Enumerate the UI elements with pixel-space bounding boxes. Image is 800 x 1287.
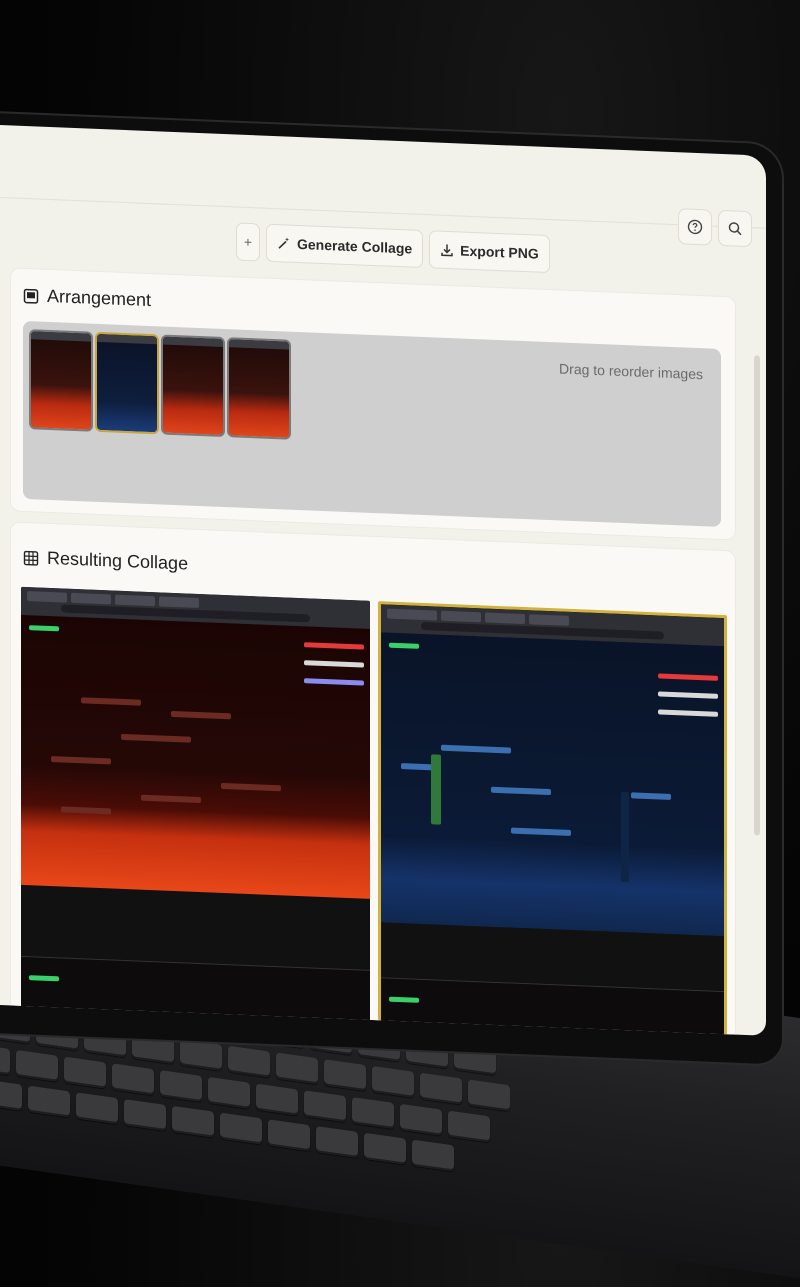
collage-title: Resulting Collage xyxy=(47,547,189,574)
add-image-button[interactable]: + xyxy=(236,222,260,262)
collage-card: Resulting Collage xyxy=(10,521,736,1036)
page-scrollbar[interactable] xyxy=(754,355,760,836)
keyboard-key xyxy=(208,1076,250,1109)
keyboard-key xyxy=(172,1105,214,1138)
keyboard-key xyxy=(324,1059,366,1092)
keyboard-key xyxy=(220,1112,262,1145)
keyboard-key xyxy=(276,1052,318,1085)
help-button[interactable] xyxy=(678,208,712,246)
keyboard-key xyxy=(0,1078,22,1111)
keyboard-key xyxy=(448,1110,490,1143)
keyboard-key xyxy=(112,1063,154,1096)
search-icon xyxy=(728,222,742,236)
game-view xyxy=(21,614,370,899)
keyboard-key xyxy=(400,1103,442,1136)
keyboard-key xyxy=(228,1045,270,1078)
keyboard-key xyxy=(124,1099,166,1131)
keyboard-key xyxy=(64,1056,106,1089)
collage-image-2 xyxy=(378,601,727,1036)
thumbnail-2[interactable] xyxy=(95,331,159,435)
toolbar: + Generate Collage Export PNG xyxy=(236,222,550,274)
grid-icon xyxy=(23,550,39,566)
keyboard-key xyxy=(304,1090,346,1123)
arrangement-title: Arrangement xyxy=(47,285,152,311)
image-icon xyxy=(23,288,39,304)
arrangement-header: Arrangement xyxy=(23,285,151,311)
export-png-button[interactable]: Export PNG xyxy=(429,230,550,274)
generate-label: Generate Collage xyxy=(297,235,413,257)
collage-header: Resulting Collage xyxy=(23,547,188,575)
thumbnail-1[interactable] xyxy=(29,329,93,432)
keyboard-key xyxy=(412,1139,454,1172)
keyboard-key xyxy=(468,1079,510,1112)
keyboard-key xyxy=(28,1085,70,1118)
thumbnail-3[interactable] xyxy=(161,334,225,438)
reorder-drop-zone[interactable]: Drag to reorder images xyxy=(23,320,721,527)
keyboard-key xyxy=(0,1043,10,1076)
collage-preview xyxy=(21,586,727,1036)
keyboard-key xyxy=(180,1038,222,1071)
keyboard-key xyxy=(160,1070,202,1103)
keyboard-key xyxy=(256,1083,298,1116)
app-screen: + Generate Collage Export PNG Arrangemen… xyxy=(0,125,766,1036)
game-view xyxy=(381,632,724,937)
export-label: Export PNG xyxy=(460,242,539,262)
drag-hint: Drag to reorder images xyxy=(559,360,703,383)
download-icon xyxy=(441,244,453,257)
generate-collage-button[interactable]: Generate Collage xyxy=(266,223,424,268)
arrangement-card: Arrangement Drag to reorder images xyxy=(10,267,736,541)
add-label: + xyxy=(243,233,253,251)
keyboard-key xyxy=(316,1126,358,1158)
keyboard-key xyxy=(352,1097,394,1129)
keyboard-key xyxy=(364,1132,406,1165)
keyboard-key xyxy=(76,1092,118,1125)
keyboard-key xyxy=(16,1049,58,1082)
search-button[interactable] xyxy=(718,209,752,248)
keyboard-key xyxy=(372,1065,414,1098)
collage-image-1 xyxy=(21,586,370,1036)
thumbnail-4[interactable] xyxy=(227,337,291,440)
keyboard-key xyxy=(420,1072,462,1105)
magic-wand-icon xyxy=(278,237,290,249)
keyboard-key xyxy=(268,1119,310,1152)
help-circle-icon xyxy=(687,219,703,235)
